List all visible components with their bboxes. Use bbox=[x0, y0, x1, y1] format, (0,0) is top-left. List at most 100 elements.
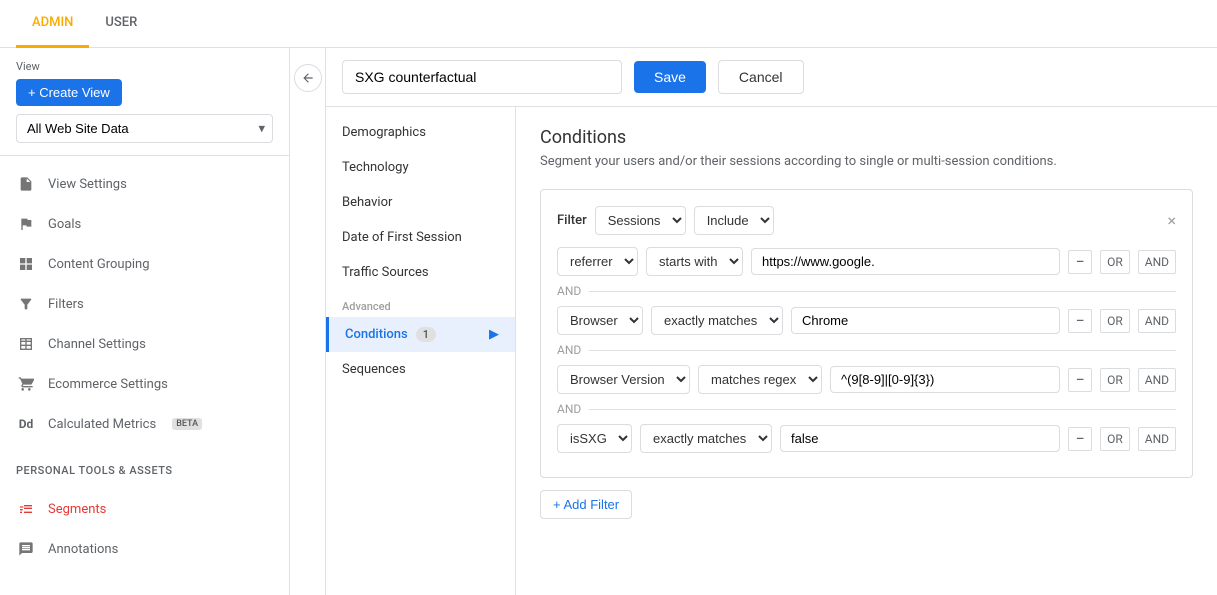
filter-and-3[interactable]: AND bbox=[1138, 368, 1176, 392]
sidebar-item-annotations[interactable]: Annotations bbox=[0, 529, 289, 569]
and-divider-2: AND bbox=[557, 343, 1176, 357]
sidebar-main-nav: View Settings Goals Content Grouping Fil… bbox=[0, 156, 289, 452]
filter-remove-4[interactable]: − bbox=[1068, 427, 1092, 451]
sidebar-item-content-grouping[interactable]: Content Grouping bbox=[0, 244, 289, 284]
back-btn-wrapper bbox=[290, 48, 326, 595]
segment-name-input[interactable] bbox=[342, 60, 622, 94]
filter-or-1[interactable]: OR bbox=[1100, 250, 1130, 274]
filter-close-button[interactable]: × bbox=[1167, 211, 1176, 230]
sidebar-item-label-content-grouping: Content Grouping bbox=[48, 257, 150, 272]
filter-or-4[interactable]: OR bbox=[1100, 427, 1130, 451]
filter-value-1[interactable] bbox=[751, 248, 1060, 275]
filter-and-4[interactable]: AND bbox=[1138, 427, 1176, 451]
filter-dimension-2[interactable]: Browser bbox=[557, 306, 643, 335]
filter-and-1[interactable]: AND bbox=[1138, 250, 1176, 274]
flag-icon bbox=[16, 214, 36, 234]
cart-icon bbox=[16, 374, 36, 394]
filter-condition-1[interactable]: starts with bbox=[646, 247, 743, 276]
sidebar-item-ecommerce-settings[interactable]: Ecommerce Settings bbox=[0, 364, 289, 404]
filter-row-4: isSXG exactly matches − OR AND bbox=[557, 424, 1176, 453]
conditions-label: Conditions bbox=[345, 327, 408, 342]
sidebar-item-label-calculated-metrics: Calculated Metrics bbox=[48, 417, 156, 432]
cancel-button[interactable]: Cancel bbox=[718, 60, 804, 94]
filter-icon bbox=[16, 294, 36, 314]
sidebar-item-label-view-settings: View Settings bbox=[48, 177, 127, 192]
sidebar-item-label-annotations: Annotations bbox=[48, 542, 118, 557]
top-nav: ADMIN USER bbox=[0, 0, 1217, 48]
menu-item-sequences[interactable]: Sequences bbox=[326, 352, 515, 387]
personal-tools-nav: Segments Annotations bbox=[0, 481, 289, 577]
filter-remove-1[interactable]: − bbox=[1068, 250, 1092, 274]
personal-tools-header: PERSONAL TOOLS & ASSETS bbox=[0, 452, 289, 481]
filter-condition-2[interactable]: exactly matches bbox=[651, 306, 783, 335]
menu-item-behavior[interactable]: Behavior bbox=[326, 185, 515, 220]
menu-item-demographics[interactable]: Demographics bbox=[326, 115, 515, 150]
tab-admin[interactable]: ADMIN bbox=[16, 0, 89, 48]
sidebar-item-view-settings[interactable]: View Settings bbox=[0, 164, 289, 204]
view-select-wrapper: All Web Site Data ▾ bbox=[16, 114, 273, 143]
filter-row-3: Browser Version matches regex − OR AND bbox=[557, 365, 1176, 394]
filter-dimension-4[interactable]: isSXG bbox=[557, 424, 632, 453]
menu-item-date-of-first-session[interactable]: Date of First Session bbox=[326, 220, 515, 255]
sidebar-item-segments[interactable]: Segments bbox=[0, 489, 289, 529]
filter-box: Filter Sessions Include × referrer bbox=[540, 189, 1193, 478]
menu-panel: Demographics Technology Behavior Date of… bbox=[326, 107, 516, 595]
view-select[interactable]: All Web Site Data bbox=[16, 114, 273, 143]
sidebar-item-filters[interactable]: Filters bbox=[0, 284, 289, 324]
filter-and-2[interactable]: AND bbox=[1138, 309, 1176, 333]
and-divider-3: AND bbox=[557, 402, 1176, 416]
tab-user[interactable]: USER bbox=[89, 0, 153, 48]
sidebar-item-goals[interactable]: Goals bbox=[0, 204, 289, 244]
view-controls: + Create View bbox=[16, 79, 273, 106]
filter-type-select[interactable]: Sessions bbox=[595, 206, 686, 235]
back-button[interactable] bbox=[294, 64, 322, 92]
calculated-metrics-icon: Dd bbox=[16, 414, 36, 434]
menu-item-traffic-sources[interactable]: Traffic Sources bbox=[326, 255, 515, 290]
table-icon bbox=[16, 334, 36, 354]
filter-label: Filter bbox=[557, 213, 587, 228]
conditions-badge: 1 bbox=[416, 327, 436, 342]
conditions-arrow-icon: ▶ bbox=[489, 327, 499, 342]
sidebar-item-channel-settings[interactable]: Channel Settings bbox=[0, 324, 289, 364]
content-area: Save Cancel Demographics Technology Beha… bbox=[326, 48, 1217, 595]
filter-row-1: referrer starts with − OR AND bbox=[557, 247, 1176, 276]
filter-or-2[interactable]: OR bbox=[1100, 309, 1130, 333]
conditions-title: Conditions bbox=[540, 127, 1193, 148]
filter-condition-3[interactable]: matches regex bbox=[698, 365, 822, 394]
filter-value-4[interactable] bbox=[780, 425, 1060, 452]
filter-value-2[interactable] bbox=[791, 307, 1060, 334]
filter-row-2: Browser exactly matches − OR AND bbox=[557, 306, 1176, 335]
conditions-panel: Conditions Segment your users and/or the… bbox=[516, 107, 1217, 595]
sidebar-item-calculated-metrics[interactable]: Dd Calculated Metrics BETA bbox=[0, 404, 289, 444]
middle-panel: Demographics Technology Behavior Date of… bbox=[326, 107, 1217, 595]
grid-icon bbox=[16, 254, 36, 274]
filter-dimension-3[interactable]: Browser Version bbox=[557, 365, 690, 394]
view-section: View + Create View All Web Site Data ▾ bbox=[0, 48, 289, 156]
filter-condition-4[interactable]: exactly matches bbox=[640, 424, 772, 453]
doc-icon bbox=[16, 174, 36, 194]
and-divider-1: AND bbox=[557, 284, 1176, 298]
filter-header: Filter Sessions Include × bbox=[557, 206, 1176, 235]
segments-icon bbox=[16, 499, 36, 519]
sidebar-item-label-channel-settings: Channel Settings bbox=[48, 337, 146, 352]
menu-item-technology[interactable]: Technology bbox=[326, 150, 515, 185]
sidebar-item-label-goals: Goals bbox=[48, 217, 81, 232]
create-view-button[interactable]: + Create View bbox=[16, 79, 122, 106]
sidebar-item-label-segments: Segments bbox=[48, 502, 106, 517]
sidebar-item-label-ecommerce-settings: Ecommerce Settings bbox=[48, 377, 168, 392]
save-button[interactable]: Save bbox=[634, 61, 706, 93]
beta-badge: BETA bbox=[172, 418, 202, 430]
main-layout: View + Create View All Web Site Data ▾ V… bbox=[0, 48, 1217, 595]
filter-or-3[interactable]: OR bbox=[1100, 368, 1130, 392]
menu-item-conditions[interactable]: Conditions 1 ▶ bbox=[326, 317, 515, 352]
filter-remove-3[interactable]: − bbox=[1068, 368, 1092, 392]
filter-remove-2[interactable]: − bbox=[1068, 309, 1092, 333]
filter-include-select[interactable]: Include bbox=[694, 206, 774, 235]
sidebar-item-label-filters: Filters bbox=[48, 297, 84, 312]
advanced-header: Advanced bbox=[326, 290, 515, 317]
header-bar: Save Cancel bbox=[326, 48, 1217, 107]
filter-dimension-1[interactable]: referrer bbox=[557, 247, 638, 276]
conditions-description: Segment your users and/or their sessions… bbox=[540, 154, 1193, 169]
add-filter-button[interactable]: + Add Filter bbox=[540, 490, 632, 519]
filter-value-3[interactable] bbox=[830, 366, 1060, 393]
